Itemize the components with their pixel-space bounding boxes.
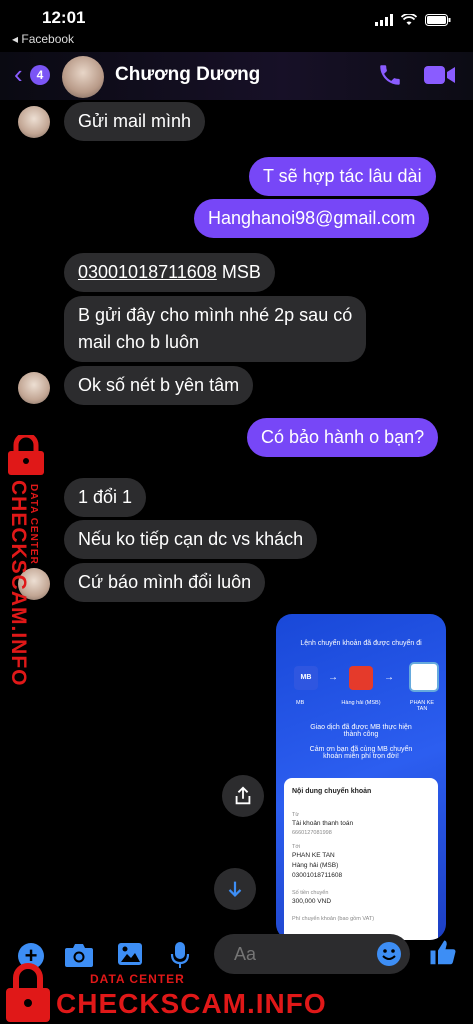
message-bubble-incoming[interactable]: Nếu ko tiếp cạn dc vs khách bbox=[64, 520, 318, 559]
lock-icon bbox=[8, 435, 44, 475]
field-label: Phí chuyển khoản (bao gồm VAT) bbox=[292, 916, 375, 922]
status-time: 12:01 bbox=[42, 8, 86, 27]
scroll-down-button[interactable] bbox=[214, 868, 256, 910]
message-bubble-incoming[interactable]: Gửi mail mình bbox=[64, 102, 206, 141]
field-label: Tới bbox=[292, 844, 301, 850]
message-bubble-outgoing[interactable]: T sẽ hợp tác lâu dài bbox=[249, 157, 436, 196]
camera-icon[interactable] bbox=[64, 942, 94, 968]
message-bubble-incoming[interactable]: Cứ báo mình đổi luôn bbox=[64, 563, 266, 602]
field-label: Số tiền chuyển bbox=[292, 890, 329, 896]
message-bubble-incoming[interactable]: 1 đổi 1 bbox=[64, 478, 147, 517]
field-value: Hàng hải (MSB) bbox=[292, 862, 339, 869]
battery-icon bbox=[425, 14, 451, 26]
watermark-vertical-text: CHECKSCAM.INFO bbox=[7, 480, 30, 687]
arrow-icon: → bbox=[328, 672, 338, 683]
recipient-user-icon bbox=[409, 662, 439, 692]
message-bubble-incoming[interactable]: B gửi đây cho mình nhé 2p sau có mail ch… bbox=[64, 296, 367, 362]
field-value: 6660127081998 bbox=[292, 830, 332, 836]
thanks-notice: Cảm ơn bạn đã cùng MB chuyển khoản miễn p… bbox=[309, 746, 413, 760]
message-input[interactable] bbox=[232, 943, 376, 966]
unread-badge: 4 bbox=[30, 65, 50, 85]
transfer-receipt-image[interactable]: Lệnh chuyển khoản đã được chuyển đi MB →… bbox=[276, 614, 446, 940]
message-line: B gửi đây cho mình nhé 2p sau có bbox=[78, 305, 353, 325]
like-icon[interactable] bbox=[428, 938, 458, 968]
mb-bank-logo: MB bbox=[294, 666, 318, 690]
success-notice: Giao dịch đã được MB thực hiện thành công bbox=[310, 724, 412, 738]
contact-avatar-small[interactable] bbox=[18, 106, 50, 138]
back-button[interactable]: ‹ bbox=[14, 61, 23, 87]
receipt-title: Lệnh chuyển khoản đã được chuyển đi bbox=[300, 640, 422, 647]
receipt-details-sheet: Nội dung chuyển khoản Từ Tài khoản thanh… bbox=[284, 778, 438, 940]
field-value: 03001018711608 bbox=[292, 872, 343, 879]
arrow-icon: → bbox=[384, 672, 394, 683]
contact-avatar[interactable] bbox=[62, 56, 104, 98]
watermark-bottom-small: DATA CENTER bbox=[90, 972, 185, 986]
message-bubble-incoming[interactable]: Ok số nét b yên tâm bbox=[64, 366, 254, 405]
share-button[interactable] bbox=[222, 775, 264, 817]
message-bubble-outgoing[interactable]: Có bảo hành o bạn? bbox=[247, 418, 439, 457]
scroll-down-icon bbox=[228, 881, 242, 897]
emoji-icon[interactable] bbox=[376, 941, 402, 967]
watermark-bottom-text: CHECKSCAM.INFO bbox=[56, 988, 327, 1019]
section-title: Nội dung chuyển khoản bbox=[292, 788, 372, 795]
field-value: Tài khoản thanh toán bbox=[292, 820, 354, 827]
mic-icon[interactable] bbox=[170, 941, 190, 969]
to-label: PHAN KE TAN bbox=[409, 700, 435, 712]
msb-bank-logo bbox=[349, 666, 373, 690]
contact-name[interactable]: Chương Dương bbox=[115, 64, 260, 86]
from-bank-label: MB bbox=[296, 700, 305, 706]
field-label: Từ bbox=[292, 812, 300, 818]
amount-value: 300,000 VND bbox=[292, 898, 332, 905]
share-icon bbox=[235, 786, 251, 805]
message-line: mail cho b luôn bbox=[78, 332, 200, 352]
back-to-app-link[interactable]: ◂ Facebook bbox=[12, 32, 74, 46]
message-bubble-incoming[interactable]: 03001018711608 MSB bbox=[64, 253, 275, 292]
gallery-icon[interactable] bbox=[117, 942, 143, 966]
mid-bank-label: Hàng hải (MSB) bbox=[341, 700, 381, 706]
signal-icon bbox=[375, 14, 393, 26]
account-number-link[interactable]: 03001018711608 bbox=[78, 262, 217, 282]
watermark-vertical-small: DATA CENTER bbox=[28, 484, 39, 565]
video-icon[interactable] bbox=[424, 64, 456, 86]
phone-icon[interactable] bbox=[377, 62, 403, 88]
lock-icon bbox=[6, 963, 50, 1022]
message-bubble-outgoing[interactable]: Hanghanoi98@gmail.com bbox=[194, 199, 430, 238]
bank-name: MSB bbox=[216, 262, 261, 282]
contact-avatar-small[interactable] bbox=[18, 372, 50, 404]
field-value: PHAN KE TAN bbox=[292, 852, 335, 859]
wifi-icon bbox=[401, 14, 417, 25]
status-icons bbox=[375, 14, 451, 26]
message-composer[interactable] bbox=[214, 934, 410, 974]
